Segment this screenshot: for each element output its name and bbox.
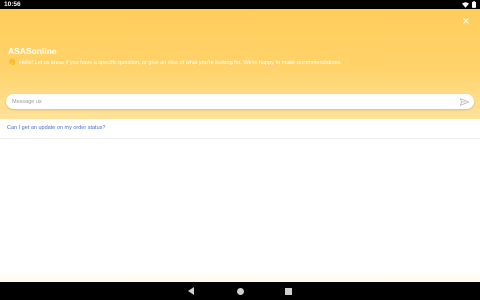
send-icon [459, 93, 469, 111]
wifi-icon [462, 1, 469, 8]
message-box [6, 94, 474, 109]
recent-apps-button[interactable] [283, 286, 293, 296]
greeting-message: 👋 Hello! Let us know if you have a speci… [8, 59, 468, 67]
recent-apps-icon [284, 282, 292, 300]
battery-icon [472, 1, 476, 8]
back-button[interactable] [186, 286, 196, 296]
status-icons [462, 1, 476, 8]
suggestion-order-status[interactable]: Can I get an update on my order status? [7, 125, 105, 131]
wave-emoji: 👋 [8, 59, 17, 66]
home-icon [236, 282, 244, 300]
suggestion-list: Can I get an update on my order status? [0, 119, 480, 139]
message-input[interactable] [12, 94, 452, 109]
status-bar: 10:56 [0, 0, 480, 9]
chat-content-area [0, 139, 480, 272]
status-time: 10:56 [4, 1, 21, 8]
close-icon [463, 11, 469, 29]
close-button[interactable] [461, 15, 471, 25]
send-button[interactable] [459, 97, 469, 106]
navigation-bar [0, 282, 480, 300]
back-icon [187, 282, 195, 300]
home-button[interactable] [235, 286, 245, 296]
bottom-fade [0, 272, 480, 282]
chat-title: ASASonline [8, 46, 57, 56]
greeting-text: Hello! Let us know if you have a specifi… [19, 60, 342, 67]
